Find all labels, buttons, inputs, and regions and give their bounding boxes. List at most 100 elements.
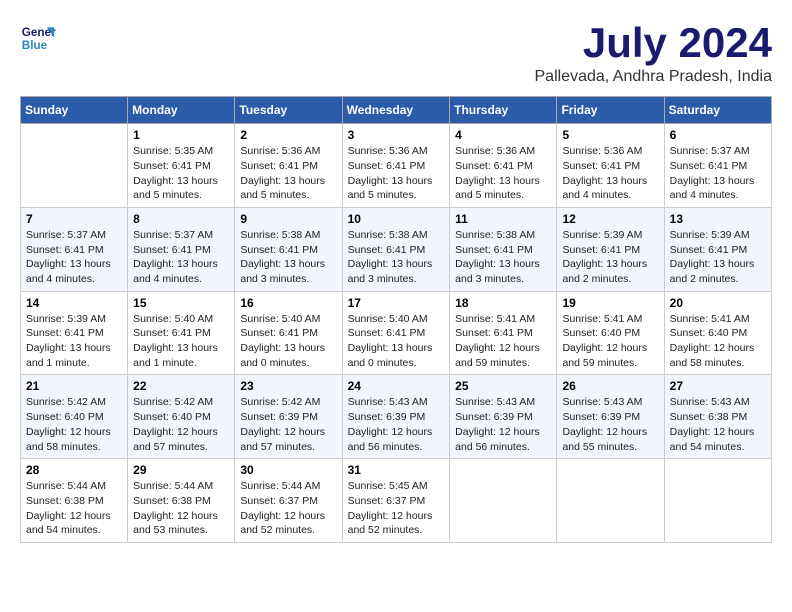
day-cell: 26 Sunrise: 5:43 AMSunset: 6:39 PMDayligh… (557, 375, 664, 459)
day-number: 6 (670, 128, 766, 142)
day-number: 20 (670, 296, 766, 310)
day-info: Sunrise: 5:35 AMSunset: 6:41 PMDaylight:… (133, 144, 229, 203)
day-cell: 25 Sunrise: 5:43 AMSunset: 6:39 PMDayligh… (450, 375, 557, 459)
title-block: July 2024 Pallevada, Andhra Pradesh, Ind… (535, 20, 773, 86)
day-cell: 31 Sunrise: 5:45 AMSunset: 6:37 PMDayligh… (342, 459, 450, 543)
day-number: 25 (455, 379, 551, 393)
location-title: Pallevada, Andhra Pradesh, India (535, 68, 773, 86)
day-info: Sunrise: 5:44 AMSunset: 6:37 PMDaylight:… (240, 479, 336, 538)
day-info: Sunrise: 5:42 AMSunset: 6:39 PMDaylight:… (240, 395, 336, 454)
day-number: 15 (133, 296, 229, 310)
day-number: 19 (562, 296, 658, 310)
header-cell-tuesday: Tuesday (235, 97, 342, 124)
day-number: 4 (455, 128, 551, 142)
day-cell (557, 459, 664, 543)
day-cell: 9Sunrise: 5:38 AMSunset: 6:41 PMDaylight… (235, 207, 342, 291)
header-row: SundayMondayTuesdayWednesdayThursdayFrid… (21, 97, 772, 124)
day-cell: 15 Sunrise: 5:40 AMSunset: 6:41 PMDayligh… (128, 291, 235, 375)
logo: General Blue (20, 20, 56, 56)
day-number: 29 (133, 463, 229, 477)
day-cell: 7Sunrise: 5:37 AMSunset: 6:41 PMDaylight… (21, 207, 128, 291)
day-cell (450, 459, 557, 543)
day-info: Sunrise: 5:45 AMSunset: 6:37 PMDaylight:… (348, 479, 445, 538)
day-number: 14 (26, 296, 122, 310)
week-row-4: 21 Sunrise: 5:42 AMSunset: 6:40 PMDayligh… (21, 375, 772, 459)
week-row-5: 28Sunrise: 5:44 AMSunset: 6:38 PMDayligh… (21, 459, 772, 543)
day-cell: 24 Sunrise: 5:43 AMSunset: 6:39 PMDayligh… (342, 375, 450, 459)
day-cell: 5 Sunrise: 5:36 AMSunset: 6:41 PMDaylight… (557, 124, 664, 208)
day-cell: 28Sunrise: 5:44 AMSunset: 6:38 PMDayligh… (21, 459, 128, 543)
day-cell: 17Sunrise: 5:40 AMSunset: 6:41 PMDayligh… (342, 291, 450, 375)
day-info: Sunrise: 5:38 AMSunset: 6:41 PMDaylight:… (348, 228, 445, 287)
day-cell: 3 Sunrise: 5:36 AMSunset: 6:41 PMDaylight… (342, 124, 450, 208)
day-info: Sunrise: 5:36 AMSunset: 6:41 PMDaylight:… (455, 144, 551, 203)
day-info: Sunrise: 5:36 AMSunset: 6:41 PMDaylight:… (562, 144, 658, 203)
day-number: 23 (240, 379, 336, 393)
day-info: Sunrise: 5:41 AMSunset: 6:41 PMDaylight:… (455, 312, 551, 371)
day-info: Sunrise: 5:41 AMSunset: 6:40 PMDaylight:… (562, 312, 658, 371)
day-number: 26 (562, 379, 658, 393)
day-number: 21 (26, 379, 122, 393)
day-cell: 4 Sunrise: 5:36 AMSunset: 6:41 PMDaylight… (450, 124, 557, 208)
day-number: 22 (133, 379, 229, 393)
day-info: Sunrise: 5:39 AMSunset: 6:41 PMDaylight:… (562, 228, 658, 287)
header-cell-saturday: Saturday (664, 97, 771, 124)
day-cell: 6Sunrise: 5:37 AMSunset: 6:41 PMDaylight… (664, 124, 771, 208)
day-number: 11 (455, 212, 551, 226)
day-number: 18 (455, 296, 551, 310)
week-row-2: 7Sunrise: 5:37 AMSunset: 6:41 PMDaylight… (21, 207, 772, 291)
day-cell: 2Sunrise: 5:36 AMSunset: 6:41 PMDaylight… (235, 124, 342, 208)
day-number: 1 (133, 128, 229, 142)
day-number: 9 (240, 212, 336, 226)
logo-icon: General Blue (20, 20, 56, 56)
day-cell: 8 Sunrise: 5:37 AMSunset: 6:41 PMDaylight… (128, 207, 235, 291)
day-info: Sunrise: 5:39 AMSunset: 6:41 PMDaylight:… (670, 228, 766, 287)
day-cell: 22 Sunrise: 5:42 AMSunset: 6:40 PMDayligh… (128, 375, 235, 459)
day-cell: 10 Sunrise: 5:38 AMSunset: 6:41 PMDayligh… (342, 207, 450, 291)
day-cell: 21Sunrise: 5:42 AMSunset: 6:40 PMDayligh… (21, 375, 128, 459)
day-cell: 12 Sunrise: 5:39 AMSunset: 6:41 PMDayligh… (557, 207, 664, 291)
week-row-3: 14Sunrise: 5:39 AMSunset: 6:41 PMDayligh… (21, 291, 772, 375)
day-cell: 13 Sunrise: 5:39 AMSunset: 6:41 PMDayligh… (664, 207, 771, 291)
day-number: 3 (348, 128, 445, 142)
month-title: July 2024 (535, 20, 773, 66)
day-number: 16 (240, 296, 336, 310)
day-number: 31 (348, 463, 445, 477)
day-cell: 30 Sunrise: 5:44 AMSunset: 6:37 PMDayligh… (235, 459, 342, 543)
day-number: 30 (240, 463, 336, 477)
svg-text:Blue: Blue (22, 39, 48, 52)
day-info: Sunrise: 5:36 AMSunset: 6:41 PMDaylight:… (240, 144, 336, 203)
day-info: Sunrise: 5:37 AMSunset: 6:41 PMDaylight:… (133, 228, 229, 287)
day-number: 12 (562, 212, 658, 226)
day-info: Sunrise: 5:43 AMSunset: 6:39 PMDaylight:… (562, 395, 658, 454)
day-info: Sunrise: 5:43 AMSunset: 6:39 PMDaylight:… (348, 395, 445, 454)
day-info: Sunrise: 5:41 AMSunset: 6:40 PMDaylight:… (670, 312, 766, 371)
day-info: Sunrise: 5:40 AMSunset: 6:41 PMDaylight:… (240, 312, 336, 371)
day-cell: 19 Sunrise: 5:41 AMSunset: 6:40 PMDayligh… (557, 291, 664, 375)
day-number: 8 (133, 212, 229, 226)
day-number: 13 (670, 212, 766, 226)
day-cell: 11 Sunrise: 5:38 AMSunset: 6:41 PMDayligh… (450, 207, 557, 291)
day-cell: 27Sunrise: 5:43 AMSunset: 6:38 PMDayligh… (664, 375, 771, 459)
day-number: 24 (348, 379, 445, 393)
day-number: 28 (26, 463, 122, 477)
day-info: Sunrise: 5:40 AMSunset: 6:41 PMDaylight:… (133, 312, 229, 371)
day-number: 10 (348, 212, 445, 226)
day-info: Sunrise: 5:42 AMSunset: 6:40 PMDaylight:… (133, 395, 229, 454)
header-cell-friday: Friday (557, 97, 664, 124)
day-cell: 29Sunrise: 5:44 AMSunset: 6:38 PMDayligh… (128, 459, 235, 543)
day-info: Sunrise: 5:38 AMSunset: 6:41 PMDaylight:… (455, 228, 551, 287)
header-cell-wednesday: Wednesday (342, 97, 450, 124)
page-header: General Blue July 2024 Pallevada, Andhra… (20, 20, 772, 86)
day-number: 5 (562, 128, 658, 142)
day-info: Sunrise: 5:37 AMSunset: 6:41 PMDaylight:… (26, 228, 122, 287)
week-row-1: 1 Sunrise: 5:35 AMSunset: 6:41 PMDaylight… (21, 124, 772, 208)
day-cell: 1 Sunrise: 5:35 AMSunset: 6:41 PMDaylight… (128, 124, 235, 208)
header-cell-monday: Monday (128, 97, 235, 124)
day-info: Sunrise: 5:43 AMSunset: 6:39 PMDaylight:… (455, 395, 551, 454)
day-cell (21, 124, 128, 208)
day-cell: 18 Sunrise: 5:41 AMSunset: 6:41 PMDayligh… (450, 291, 557, 375)
day-cell: 23 Sunrise: 5:42 AMSunset: 6:39 PMDayligh… (235, 375, 342, 459)
header-cell-thursday: Thursday (450, 97, 557, 124)
day-info: Sunrise: 5:36 AMSunset: 6:41 PMDaylight:… (348, 144, 445, 203)
